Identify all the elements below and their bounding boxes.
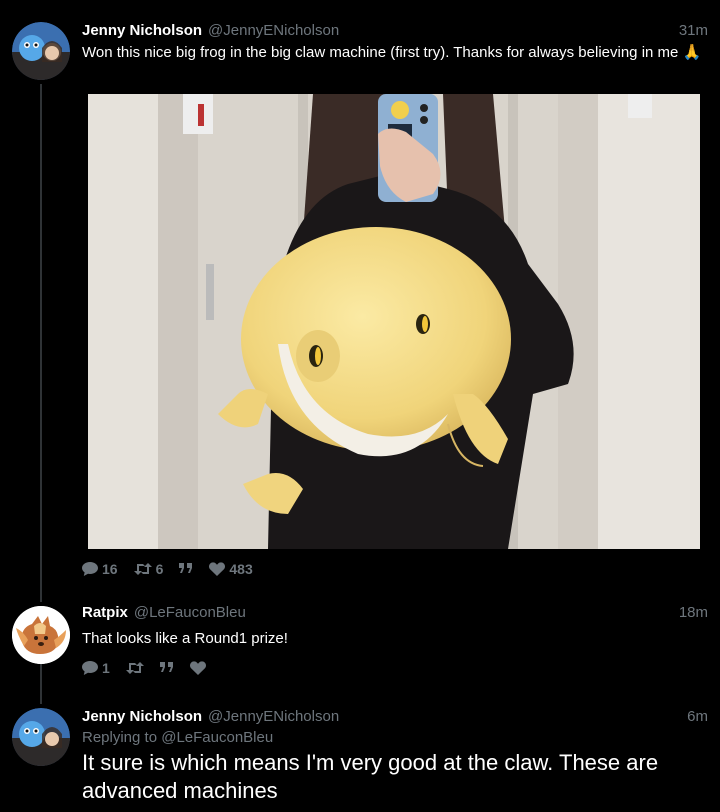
display-name[interactable]: Jenny Nicholson [82, 22, 202, 40]
user-handle[interactable]: @LeFauconBleu [134, 604, 246, 622]
replying-to-label: Replying to [82, 729, 158, 746]
quote-button[interactable] [159, 662, 174, 674]
display-name[interactable]: Ratpix [82, 604, 128, 622]
reply-icon [82, 661, 98, 675]
avatar[interactable] [12, 22, 70, 80]
quote-icon [179, 563, 193, 575]
tweet-text: That looks like a Round1 prize! [82, 630, 288, 647]
like-button[interactable] [189, 661, 206, 675]
tweet-actions: 1 [82, 657, 708, 679]
reply-icon [82, 562, 98, 576]
reply-button[interactable]: 1 [82, 660, 110, 676]
quote-icon [159, 662, 174, 674]
quote-button[interactable] [179, 563, 193, 575]
display-name[interactable]: Jenny Nicholson [82, 708, 202, 726]
timestamp[interactable]: 31m [679, 22, 708, 40]
reply-button[interactable]: 16 [82, 561, 118, 577]
retweet-icon [125, 661, 144, 675]
retweet-button[interactable] [125, 661, 144, 675]
retweet-icon [133, 562, 152, 576]
tweet-text: Won this nice big frog in the big claw m… [82, 44, 702, 61]
retweet-button[interactable]: 6 [133, 561, 164, 577]
retweet-count: 6 [155, 561, 164, 577]
reply-count: 16 [102, 561, 118, 577]
user-handle[interactable]: @JennyENicholson [208, 708, 339, 726]
thread-connector [40, 664, 42, 704]
like-icon [209, 562, 226, 576]
user-handle[interactable]: @JennyENicholson [208, 22, 339, 40]
tweet-text: It sure is which means I'm very good at … [82, 750, 659, 803]
replying-to-handle[interactable]: @LeFauconBleu [161, 729, 273, 746]
tweet-photo[interactable] [88, 94, 700, 549]
avatar[interactable] [12, 606, 70, 664]
like-count: 483 [229, 561, 253, 577]
timestamp[interactable]: 6m [687, 708, 708, 726]
timestamp[interactable]: 18m [679, 604, 708, 622]
like-button[interactable]: 483 [209, 561, 253, 577]
like-icon [189, 661, 206, 675]
reply-count: 1 [102, 660, 110, 676]
avatar[interactable] [12, 708, 70, 766]
thread-connector [40, 84, 42, 602]
replying-to: Replying to @LeFauconBleu [82, 728, 708, 747]
tweet-actions: 16 6 483 [82, 558, 253, 580]
